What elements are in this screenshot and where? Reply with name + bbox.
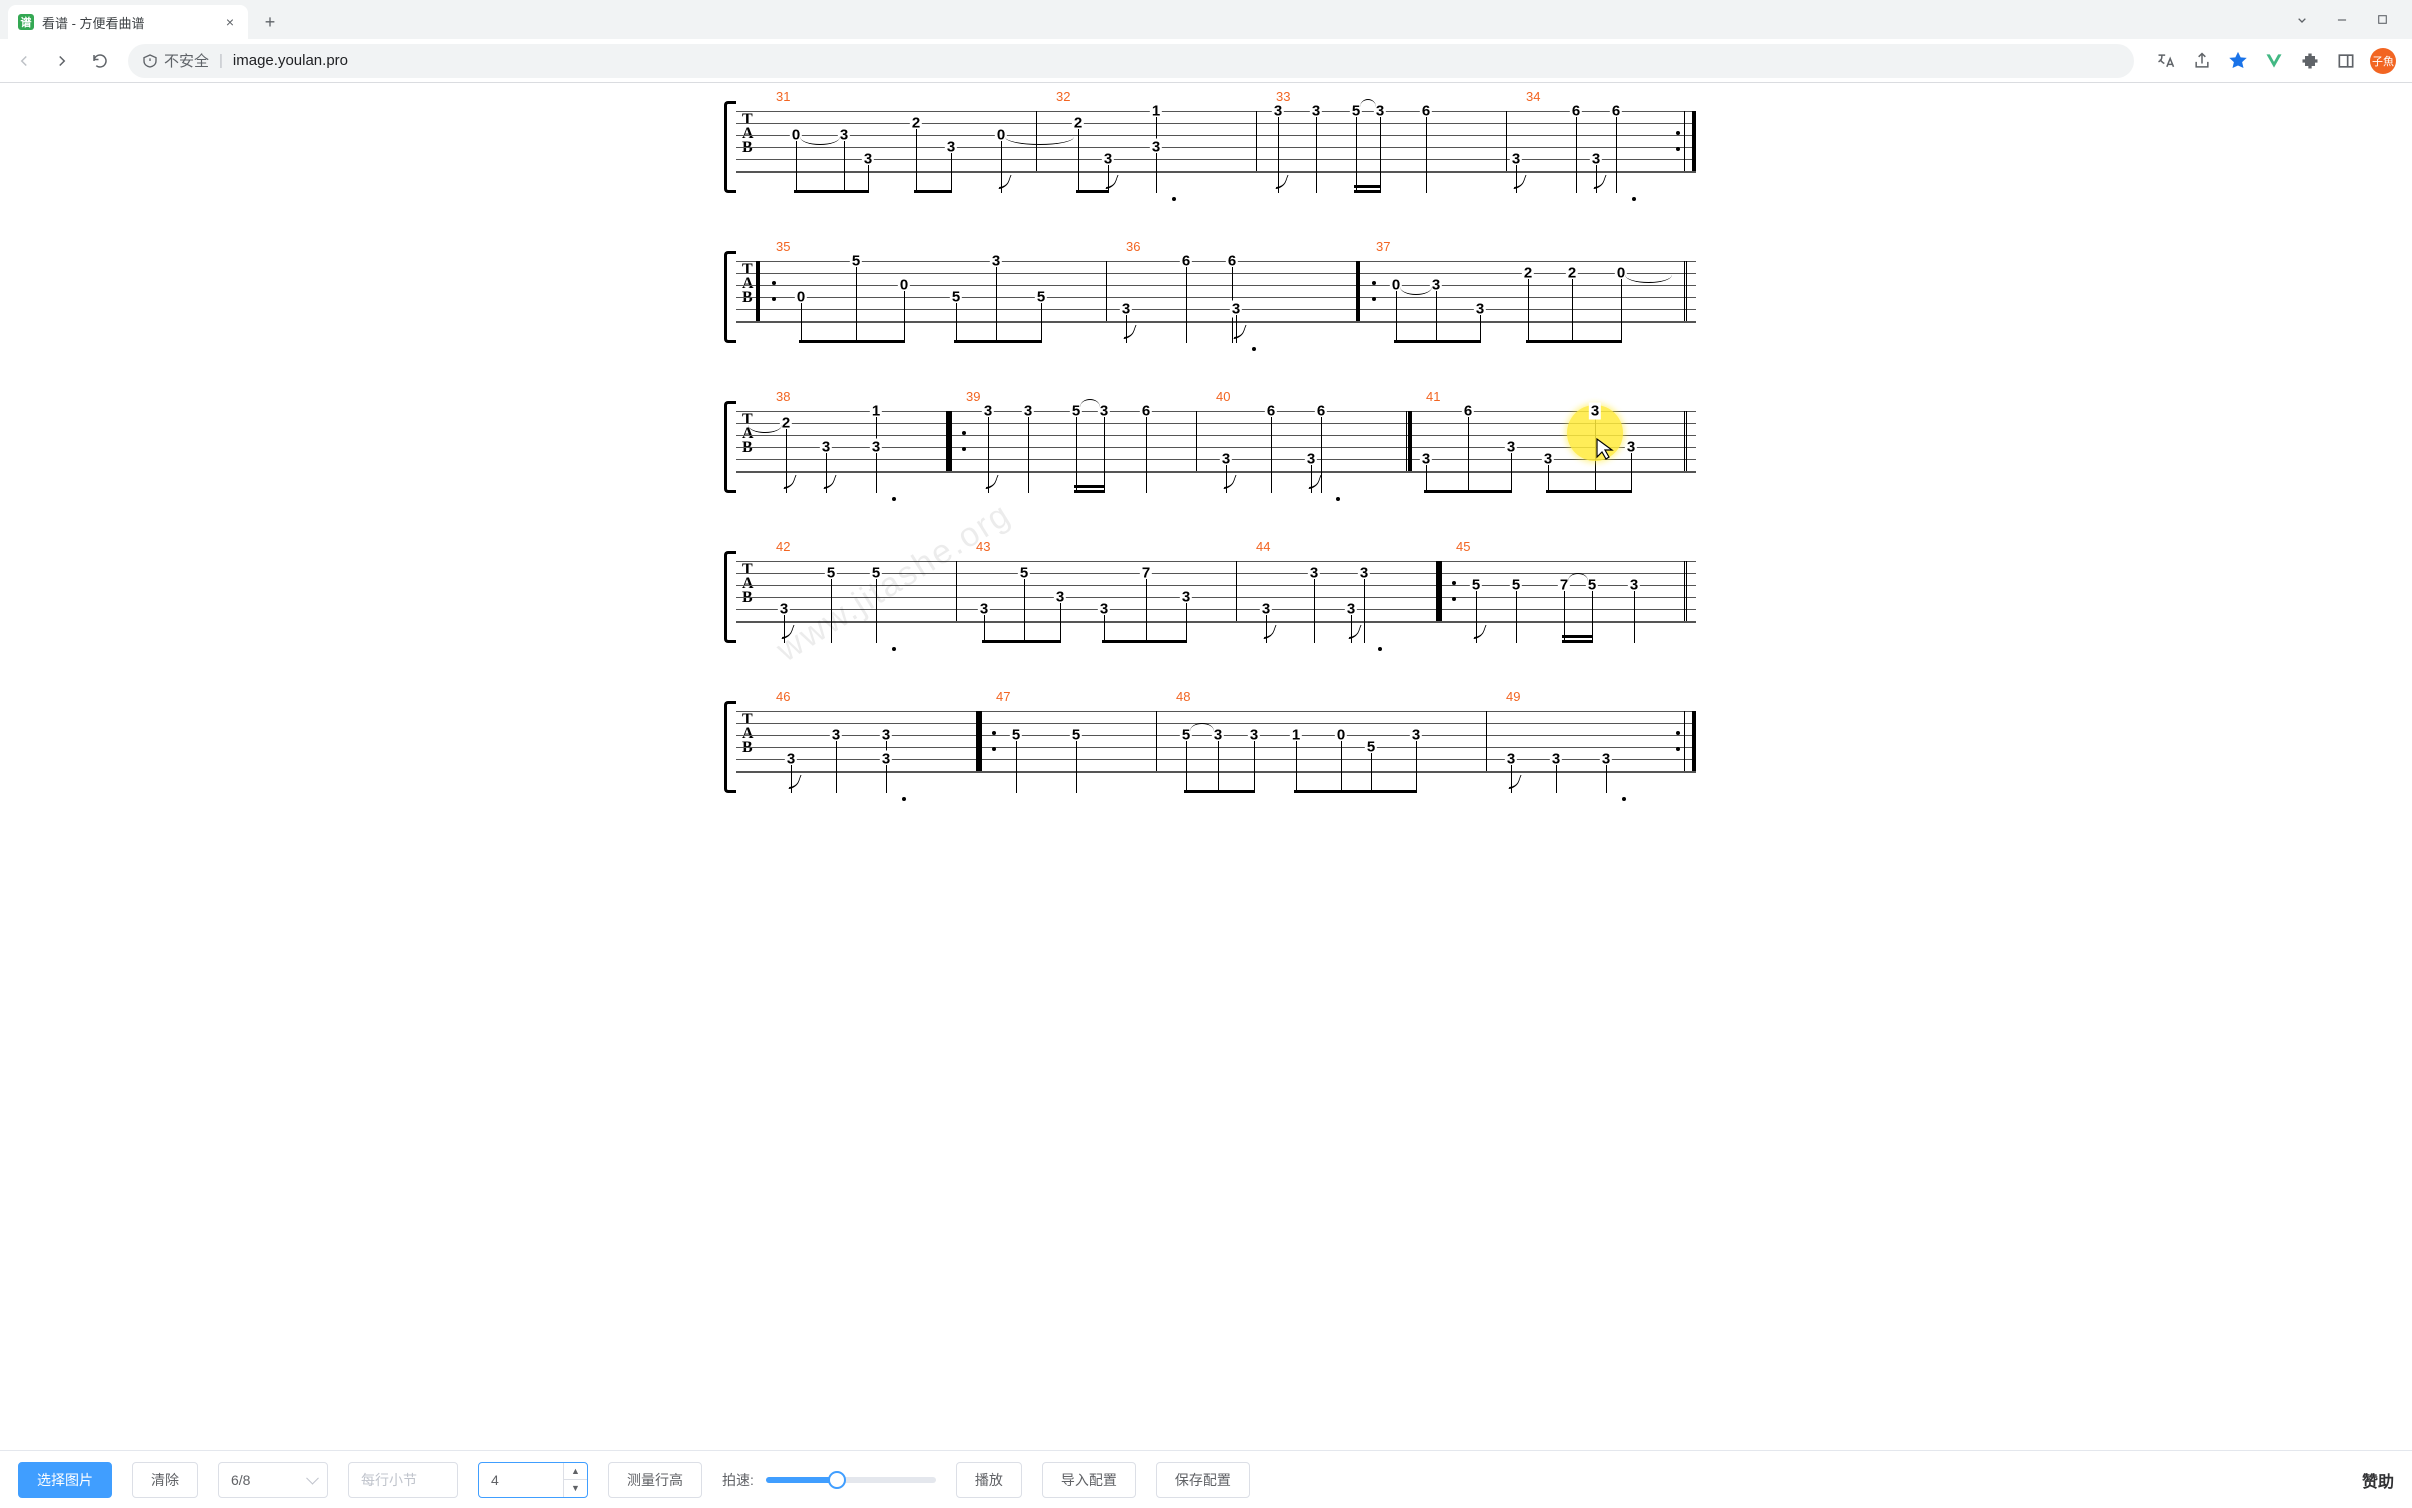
spinner-down-icon[interactable]: ▼ — [564, 1480, 587, 1497]
back-button — [8, 45, 40, 77]
measure-number: 44 — [1256, 539, 1270, 554]
measure-number: 39 — [966, 389, 980, 404]
security-indicator[interactable]: 不安全 — [142, 50, 209, 71]
browser-tab[interactable]: 谱 看谱 - 方便看曲谱 × — [8, 5, 248, 39]
measure-row-height-button[interactable]: 测量行高 — [608, 1462, 702, 1498]
address-bar[interactable]: 不安全 | image.youlan.pro — [128, 44, 2134, 78]
extensions-icon[interactable] — [2298, 49, 2322, 73]
security-text: 不安全 — [164, 50, 209, 71]
measure-number: 31 — [776, 89, 790, 104]
forward-button[interactable] — [46, 45, 78, 77]
import-config-button[interactable]: 导入配置 — [1042, 1462, 1136, 1498]
cursor-arrow-icon — [1595, 437, 1615, 466]
measure-number: 48 — [1176, 689, 1190, 704]
clear-button[interactable]: 清除 — [132, 1462, 198, 1498]
vue-extension-icon[interactable] — [2262, 49, 2286, 73]
score-viewport[interactable]: TAB310332303223133333536343663TAB3505053… — [0, 83, 2412, 1450]
number-input-value: 4 — [491, 1472, 499, 1488]
slider-fill — [766, 1477, 837, 1483]
time-signature-select[interactable]: 6/8 — [218, 1462, 328, 1498]
measure-number: 46 — [776, 689, 790, 704]
play-button[interactable]: 播放 — [956, 1462, 1022, 1498]
minimize-icon[interactable] — [2328, 6, 2356, 34]
profile-avatar[interactable]: 子魚 — [2370, 48, 2396, 74]
bookmark-star-icon[interactable] — [2226, 49, 2250, 73]
url-text: image.youlan.pro — [233, 52, 348, 69]
measure-number: 36 — [1126, 239, 1140, 254]
measure-number: 38 — [776, 389, 790, 404]
maximize-icon[interactable] — [2368, 6, 2396, 34]
measure-number: 45 — [1456, 539, 1470, 554]
tab-title: 看谱 - 方便看曲谱 — [42, 13, 214, 32]
measure-number: 43 — [976, 539, 990, 554]
select-image-button[interactable]: 选择图片 — [18, 1462, 112, 1498]
measure-number: 47 — [996, 689, 1010, 704]
measure-number: 41 — [1426, 389, 1440, 404]
save-config-button[interactable]: 保存配置 — [1156, 1462, 1250, 1498]
tab-favicon: 谱 — [18, 14, 34, 30]
share-icon[interactable] — [2190, 49, 2214, 73]
measure-number: 49 — [1506, 689, 1520, 704]
tab-close-icon[interactable]: × — [222, 14, 238, 30]
bars-per-row-input[interactable]: 每行小节 — [348, 1462, 458, 1498]
reload-button[interactable] — [84, 45, 116, 77]
sidepanel-icon[interactable] — [2334, 49, 2358, 73]
chevron-down-icon[interactable] — [2288, 6, 2316, 34]
tempo-slider[interactable] — [766, 1477, 936, 1483]
number-input[interactable]: 4 ▲ ▼ — [478, 1462, 588, 1498]
score-sheet: TAB310332303223133333536343663TAB3505053… — [716, 93, 1696, 1420]
slider-handle[interactable] — [828, 1471, 846, 1489]
tempo-label: 拍速: — [722, 1470, 754, 1490]
measure-number: 42 — [776, 539, 790, 554]
browser-toolbar: 不安全 | image.youlan.pro 子魚 — [0, 39, 2412, 83]
measure-number: 34 — [1526, 89, 1540, 104]
control-bar: 选择图片 清除 6/8 每行小节 4 ▲ ▼ 测量行高 拍速: 播放 导入配置 … — [0, 1450, 2412, 1508]
sponsor-link[interactable]: 赞助 — [2362, 1468, 2394, 1492]
spinner-up-icon[interactable]: ▲ — [564, 1463, 587, 1481]
translate-icon[interactable] — [2154, 49, 2178, 73]
measure-number: 37 — [1376, 239, 1390, 254]
measure-number: 40 — [1216, 389, 1230, 404]
tab-strip: 谱 看谱 - 方便看曲谱 × + — [0, 0, 2412, 39]
measure-number: 32 — [1056, 89, 1070, 104]
new-tab-button[interactable]: + — [256, 8, 284, 36]
window-controls — [2272, 0, 2412, 39]
measure-number: 35 — [776, 239, 790, 254]
